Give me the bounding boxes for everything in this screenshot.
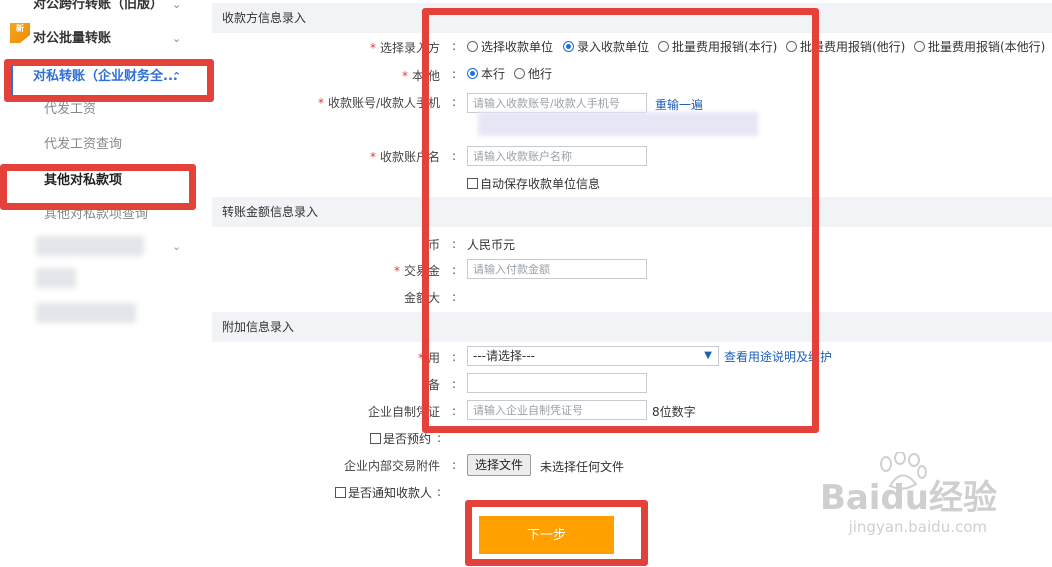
chevron-down-icon: ⌄ <box>172 240 182 253</box>
notify-checkbox[interactable]: 是否通知收款人 <box>335 484 432 501</box>
checkbox-icon <box>370 433 381 444</box>
radio-batch-both-bank[interactable]: 批量费用报销(本他行) <box>914 39 1045 55</box>
attachment-label: 企业内部交易附件 <box>343 459 440 473</box>
file-status: 未选择任何文件 <box>540 460 625 474</box>
colon: : <box>437 431 442 445</box>
chevron-down-icon: ⌄ <box>172 0 182 11</box>
blurred-item <box>36 236 144 256</box>
sidebar-item-label: 对公批量转账 <box>33 31 112 46</box>
sidebar-item-payroll-query[interactable]: 代发工资查询 <box>0 130 196 160</box>
blurred-item <box>36 268 76 288</box>
checkbox-icon <box>335 487 346 498</box>
sidebar-item-cross-bank-old[interactable]: 对公跨行转账（旧版） ⌄ <box>0 0 196 20</box>
chevron-down-icon: ⌄ <box>172 32 182 45</box>
watermark-text: Baidu经验 <box>819 478 997 518</box>
account-label: * 收款账号/收款人手机 <box>317 96 440 110</box>
choose-file-button[interactable]: 选择文件 <box>467 454 532 476</box>
sidebar-item-batch-transfer[interactable]: 对公批量转账 ⌄ <box>0 24 196 54</box>
sidebar-item-label: 对公跨行转账（旧版） <box>33 0 164 12</box>
highlight-box <box>422 8 819 433</box>
highlight-box <box>465 500 648 566</box>
reserve-checkbox[interactable]: 是否预约 <box>370 430 431 447</box>
highlight-box <box>4 59 214 102</box>
page: 对公跨行转账（旧版） ⌄ 新 对公批量转账 ⌄ 对私转账（企业财务全... ⌃ … <box>0 0 1052 567</box>
colon: : <box>452 458 457 472</box>
sidebar-item-label: 代发工资查询 <box>44 137 123 152</box>
colon: : <box>437 485 442 499</box>
radio-icon <box>914 41 925 52</box>
blurred-item <box>36 303 136 323</box>
highlight-box <box>0 164 196 210</box>
watermark-url: jingyan.baidu.com <box>848 518 987 536</box>
